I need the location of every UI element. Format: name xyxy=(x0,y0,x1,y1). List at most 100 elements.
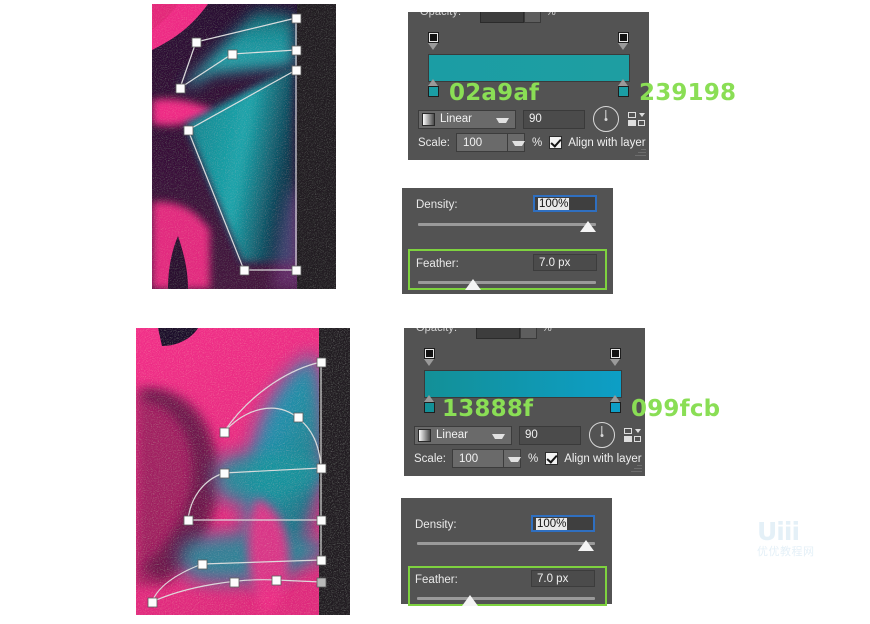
opacity-stepper[interactable] xyxy=(524,12,541,23)
scale-percent-symbol: % xyxy=(531,136,543,149)
align-with-layer-checkbox[interactable] xyxy=(545,452,559,465)
density-slider-knob[interactable] xyxy=(580,221,596,232)
align-with-layer-checkbox[interactable] xyxy=(549,136,563,149)
watermark-brand: Uiii xyxy=(757,517,800,546)
opacity-percent-symbol: % xyxy=(546,12,556,18)
scale-label: Scale: xyxy=(414,452,446,465)
scale-input[interactable]: 100 xyxy=(451,449,504,468)
stop-pointer-icon xyxy=(424,359,434,366)
gradient-align-icon[interactable] xyxy=(628,111,646,127)
feather-label: Feather: xyxy=(416,258,459,270)
gradient-color-stop-left[interactable] xyxy=(428,79,439,97)
gradient-opacity-stop-right[interactable] xyxy=(618,32,629,50)
stop-pointer-icon xyxy=(610,395,620,402)
scale-label: Scale: xyxy=(418,136,450,149)
opacity-label: Opacity: xyxy=(420,12,462,18)
gradient-angle-input[interactable]: 90 xyxy=(519,425,581,445)
gradient-preview-bar-1[interactable] xyxy=(428,54,630,82)
gradient-type-icon xyxy=(422,112,435,126)
opacity-percent-symbol: % xyxy=(542,328,552,334)
align-icon-part xyxy=(628,120,636,126)
gradient-angle-value: 90 xyxy=(529,113,542,125)
gradient-style-label: Linear xyxy=(436,429,468,441)
gradient-opacity-stop-right[interactable] xyxy=(610,348,621,366)
watermark: Uiii 优优教程网 xyxy=(757,519,857,567)
stop-pointer-icon xyxy=(618,43,628,50)
top-artwork-svg xyxy=(152,4,336,289)
opacity-label: Opacity: xyxy=(416,328,458,334)
gradient-angle-input[interactable]: 90 xyxy=(523,109,585,129)
align-icon-part xyxy=(624,436,632,442)
align-icon-part xyxy=(634,436,641,442)
gradient-panel-1: Opacity: % 02a9af 239198 Linear 90 Scale… xyxy=(408,12,736,160)
opacity-stepper[interactable] xyxy=(520,328,537,339)
feather-slider-knob[interactable] xyxy=(462,595,478,606)
resize-grip-icon[interactable] xyxy=(630,462,642,474)
chevron-down-icon xyxy=(635,429,641,433)
right-stop-hex-annotation: 099fcb xyxy=(631,396,721,422)
align-icon-part xyxy=(624,428,632,434)
gradient-preview-bar-2[interactable] xyxy=(424,370,622,398)
resize-grip-icon[interactable] xyxy=(634,146,646,158)
density-input[interactable]: 100% xyxy=(533,195,597,212)
left-stop-hex-annotation: 13888f xyxy=(442,396,534,422)
gradient-color-stop-right[interactable] xyxy=(618,79,629,97)
angle-dial-icon[interactable] xyxy=(593,106,619,132)
watermark-subtitle: 优优教程网 xyxy=(757,545,815,558)
stop-pointer-icon xyxy=(618,79,628,86)
opacity-row-clipped: Opacity: % xyxy=(404,328,645,344)
feather-input[interactable]: 7.0 px xyxy=(531,570,595,587)
align-icon-part xyxy=(638,120,645,126)
gradient-style-select[interactable]: Linear xyxy=(418,109,516,129)
top-artwork-preview xyxy=(152,4,336,289)
stop-pointer-icon xyxy=(610,359,620,366)
gradient-type-icon xyxy=(418,428,431,442)
right-stop-hex-annotation: 239198 xyxy=(639,80,737,106)
density-label: Density: xyxy=(415,519,457,531)
left-stop-hex-annotation: 02a9af xyxy=(449,80,540,106)
opacity-input[interactable] xyxy=(480,12,524,23)
density-input[interactable]: 100% xyxy=(531,515,595,532)
feather-input[interactable]: 7.0 px xyxy=(533,254,597,271)
chevron-down-icon xyxy=(492,433,505,443)
scale-dropdown-arrow[interactable] xyxy=(503,449,521,468)
feather-slider-track[interactable] xyxy=(418,281,596,284)
density-slider-track[interactable] xyxy=(417,542,595,545)
gradient-color-stop-right[interactable] xyxy=(610,395,621,413)
feather-value: 7.0 px xyxy=(537,572,569,585)
mask-panel-1: Density: 100% Feather: 7.0 px xyxy=(402,188,613,294)
gradient-angle-value: 90 xyxy=(525,429,538,441)
scale-input[interactable]: 100 xyxy=(455,133,508,152)
scale-percent-symbol: % xyxy=(527,452,539,465)
gradient-style-row-2: Linear 90 xyxy=(414,422,642,448)
density-value: 100% xyxy=(538,197,570,210)
gradient-opacity-stop-left[interactable] xyxy=(424,348,435,366)
density-value: 100% xyxy=(536,517,568,530)
opacity-row-clipped: Opacity: % xyxy=(408,12,649,28)
opacity-input[interactable] xyxy=(476,328,520,339)
screenshot-canvas: Opacity: % 02a9af 239198 Linear 90 Scale… xyxy=(0,0,870,624)
feather-slider-knob[interactable] xyxy=(465,279,481,290)
gradient-color-stop-left[interactable] xyxy=(424,395,435,413)
chevron-down-icon xyxy=(496,117,509,127)
gradient-style-row-1: Linear 90 xyxy=(418,106,646,132)
gradient-panel-2: Opacity: % 13888f 099fcb Linear 90 Scale… xyxy=(404,328,720,476)
angle-dial-icon[interactable] xyxy=(589,422,615,448)
feather-label: Feather: xyxy=(415,574,458,586)
feather-slider-track[interactable] xyxy=(417,597,595,600)
scale-value: 100 xyxy=(462,136,483,149)
stop-pointer-icon xyxy=(428,79,438,86)
density-slider-knob[interactable] xyxy=(578,540,594,551)
chevron-down-icon xyxy=(639,113,645,117)
gradient-style-label: Linear xyxy=(440,113,472,125)
density-slider-track[interactable] xyxy=(418,223,596,226)
gradient-scale-row-2: Scale: 100 % Align with layer xyxy=(414,449,642,468)
gradient-style-select[interactable]: Linear xyxy=(414,425,512,445)
gradient-align-icon[interactable] xyxy=(624,427,642,443)
scale-dropdown-arrow[interactable] xyxy=(507,133,525,152)
gradient-scale-row-1: Scale: 100 % Align with layer xyxy=(418,133,646,152)
gradient-opacity-stop-left[interactable] xyxy=(428,32,439,50)
feather-value: 7.0 px xyxy=(539,256,571,269)
density-label: Density: xyxy=(416,199,458,211)
bottom-artwork-preview xyxy=(136,328,350,615)
